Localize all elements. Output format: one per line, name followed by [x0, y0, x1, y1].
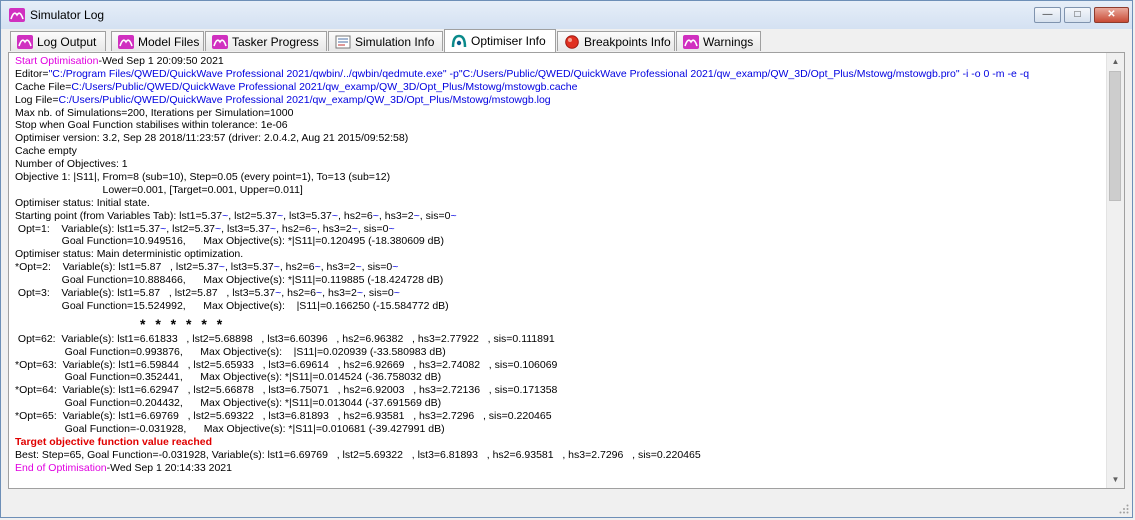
app-icon — [212, 34, 228, 49]
log-line: Log File=C:/Users/Public/QWED/QuickWave … — [15, 93, 551, 106]
log-line: Cache File=C:/Users/Public/QWED/QuickWav… — [15, 80, 578, 93]
tab-label: Simulation Info — [355, 34, 435, 49]
window-title: Simulator Log — [30, 8, 105, 22]
log-line: *Opt=64: Variable(s): lst1=6.62947 , lst… — [15, 384, 558, 397]
title-bar[interactable]: Simulator Log — □ ✕ — [1, 1, 1132, 29]
log-line: Objective 1: |S11|, From=8 (sub=10), Ste… — [15, 171, 391, 184]
log-line: Editor="C:/Program Files/QWED/QuickWave … — [15, 67, 1030, 80]
tab-tasker-progress[interactable]: Tasker Progress — [205, 31, 327, 51]
log-line: End of Optimisation-Wed Sep 1 20:14:33 2… — [15, 461, 232, 474]
tab-warnings[interactable]: Warnings — [676, 31, 761, 51]
vertical-scrollbar[interactable]: ▲ ▼ — [1106, 53, 1124, 488]
status-bar — [1, 491, 1132, 517]
log-line: Starting point (from Variables Tab): lst… — [15, 209, 457, 222]
log-line: Opt=62: Variable(s): lst1=6.61833 , lst2… — [15, 332, 555, 345]
tab-label: Log Output — [37, 34, 97, 49]
log-line: Goal Function=15.524992, Max Objective(s… — [15, 299, 449, 312]
tab-label: Optimiser Info — [471, 34, 546, 48]
scroll-down-arrow[interactable]: ▼ — [1107, 471, 1124, 488]
simulation-icon — [335, 35, 351, 48]
log-ellipsis-stars: * * * * * * — [140, 315, 226, 332]
log-text[interactable]: Start Optimisation-Wed Sep 1 20:09:50 20… — [15, 55, 1102, 488]
log-line: Opt=1: Variable(s): lst1=5.37~, lst2=5.3… — [15, 222, 395, 235]
log-line: Optimiser status: Initial state. — [15, 196, 150, 209]
scroll-thumb[interactable] — [1109, 71, 1121, 201]
target-reached-message: Target objective function value reached — [15, 435, 213, 448]
log-line: *Opt=65: Variable(s): lst1=6.69769 , lst… — [15, 410, 552, 423]
log-line: Max nb. of Simulations=200, Iterations p… — [15, 106, 294, 119]
tab-breakpoints-info[interactable]: Breakpoints Info — [557, 31, 675, 51]
tab-label: Model Files — [138, 34, 200, 49]
tab-strip: Log Output Model Files Tasker Progress S… — [8, 29, 1126, 52]
app-icon — [683, 34, 699, 49]
log-line: Stop when Goal Function stabilises withi… — [15, 119, 288, 132]
log-line: *Opt=63: Variable(s): lst1=6.59844 , lst… — [15, 358, 558, 371]
tab-simulation-info[interactable]: Simulation Info — [328, 31, 443, 51]
log-line: Optimiser status: Main deterministic opt… — [15, 248, 244, 261]
tab-log-output[interactable]: Log Output — [10, 31, 106, 51]
app-icon — [17, 34, 33, 49]
log-line: Cache empty — [15, 145, 77, 158]
app-icon — [118, 34, 134, 49]
log-line: Number of Objectives: 1 — [15, 158, 128, 171]
scroll-up-arrow[interactable]: ▲ — [1107, 53, 1124, 70]
breakpoint-icon — [565, 34, 579, 49]
log-line: Optimiser version: 3.2, Sep 28 2018/11:2… — [15, 132, 409, 145]
log-line: Opt=3: Variable(s): lst1=5.87 , lst2=5.8… — [15, 287, 400, 300]
log-line: Best: Step=65, Goal Function=-0.031928, … — [15, 448, 701, 461]
log-line: Goal Function=0.993876, Max Objective(s)… — [15, 345, 446, 358]
minimize-button[interactable]: — — [1034, 7, 1061, 23]
log-line: Goal Function=-0.031928, Max Objective(s… — [15, 423, 445, 436]
log-line: Start Optimisation-Wed Sep 1 20:09:50 20… — [15, 55, 224, 67]
log-line: Goal Function=10.888466, Max Objective(s… — [15, 274, 444, 287]
app-icon — [9, 8, 25, 22]
tab-model-files[interactable]: Model Files — [111, 31, 204, 51]
tab-label: Warnings — [703, 34, 754, 49]
tab-label: Breakpoints Info — [584, 34, 671, 49]
log-line: Goal Function=0.204432, Max Objective(s)… — [15, 397, 442, 410]
simulator-log-window: Simulator Log — □ ✕ Log Output Model Fil… — [0, 0, 1133, 518]
log-line: *Opt=2: Variable(s): lst1=5.87 , lst2=5.… — [15, 261, 399, 274]
close-button[interactable]: ✕ — [1094, 7, 1129, 23]
optimiser-log-panel[interactable]: Start Optimisation-Wed Sep 1 20:09:50 20… — [8, 52, 1125, 489]
log-line: Goal Function=0.352441, Max Objective(s)… — [15, 371, 442, 384]
maximize-button[interactable]: □ — [1064, 7, 1091, 23]
tab-label: Tasker Progress — [232, 34, 319, 49]
optimiser-icon — [451, 34, 467, 48]
resize-grip-icon[interactable] — [1119, 504, 1129, 514]
tab-optimiser-info[interactable]: Optimiser Info — [444, 29, 556, 52]
log-line: Lower=0.001, [Target=0.001, Upper=0.011] — [15, 183, 303, 196]
log-line: Goal Function=10.949516, Max Objective(s… — [15, 235, 445, 248]
